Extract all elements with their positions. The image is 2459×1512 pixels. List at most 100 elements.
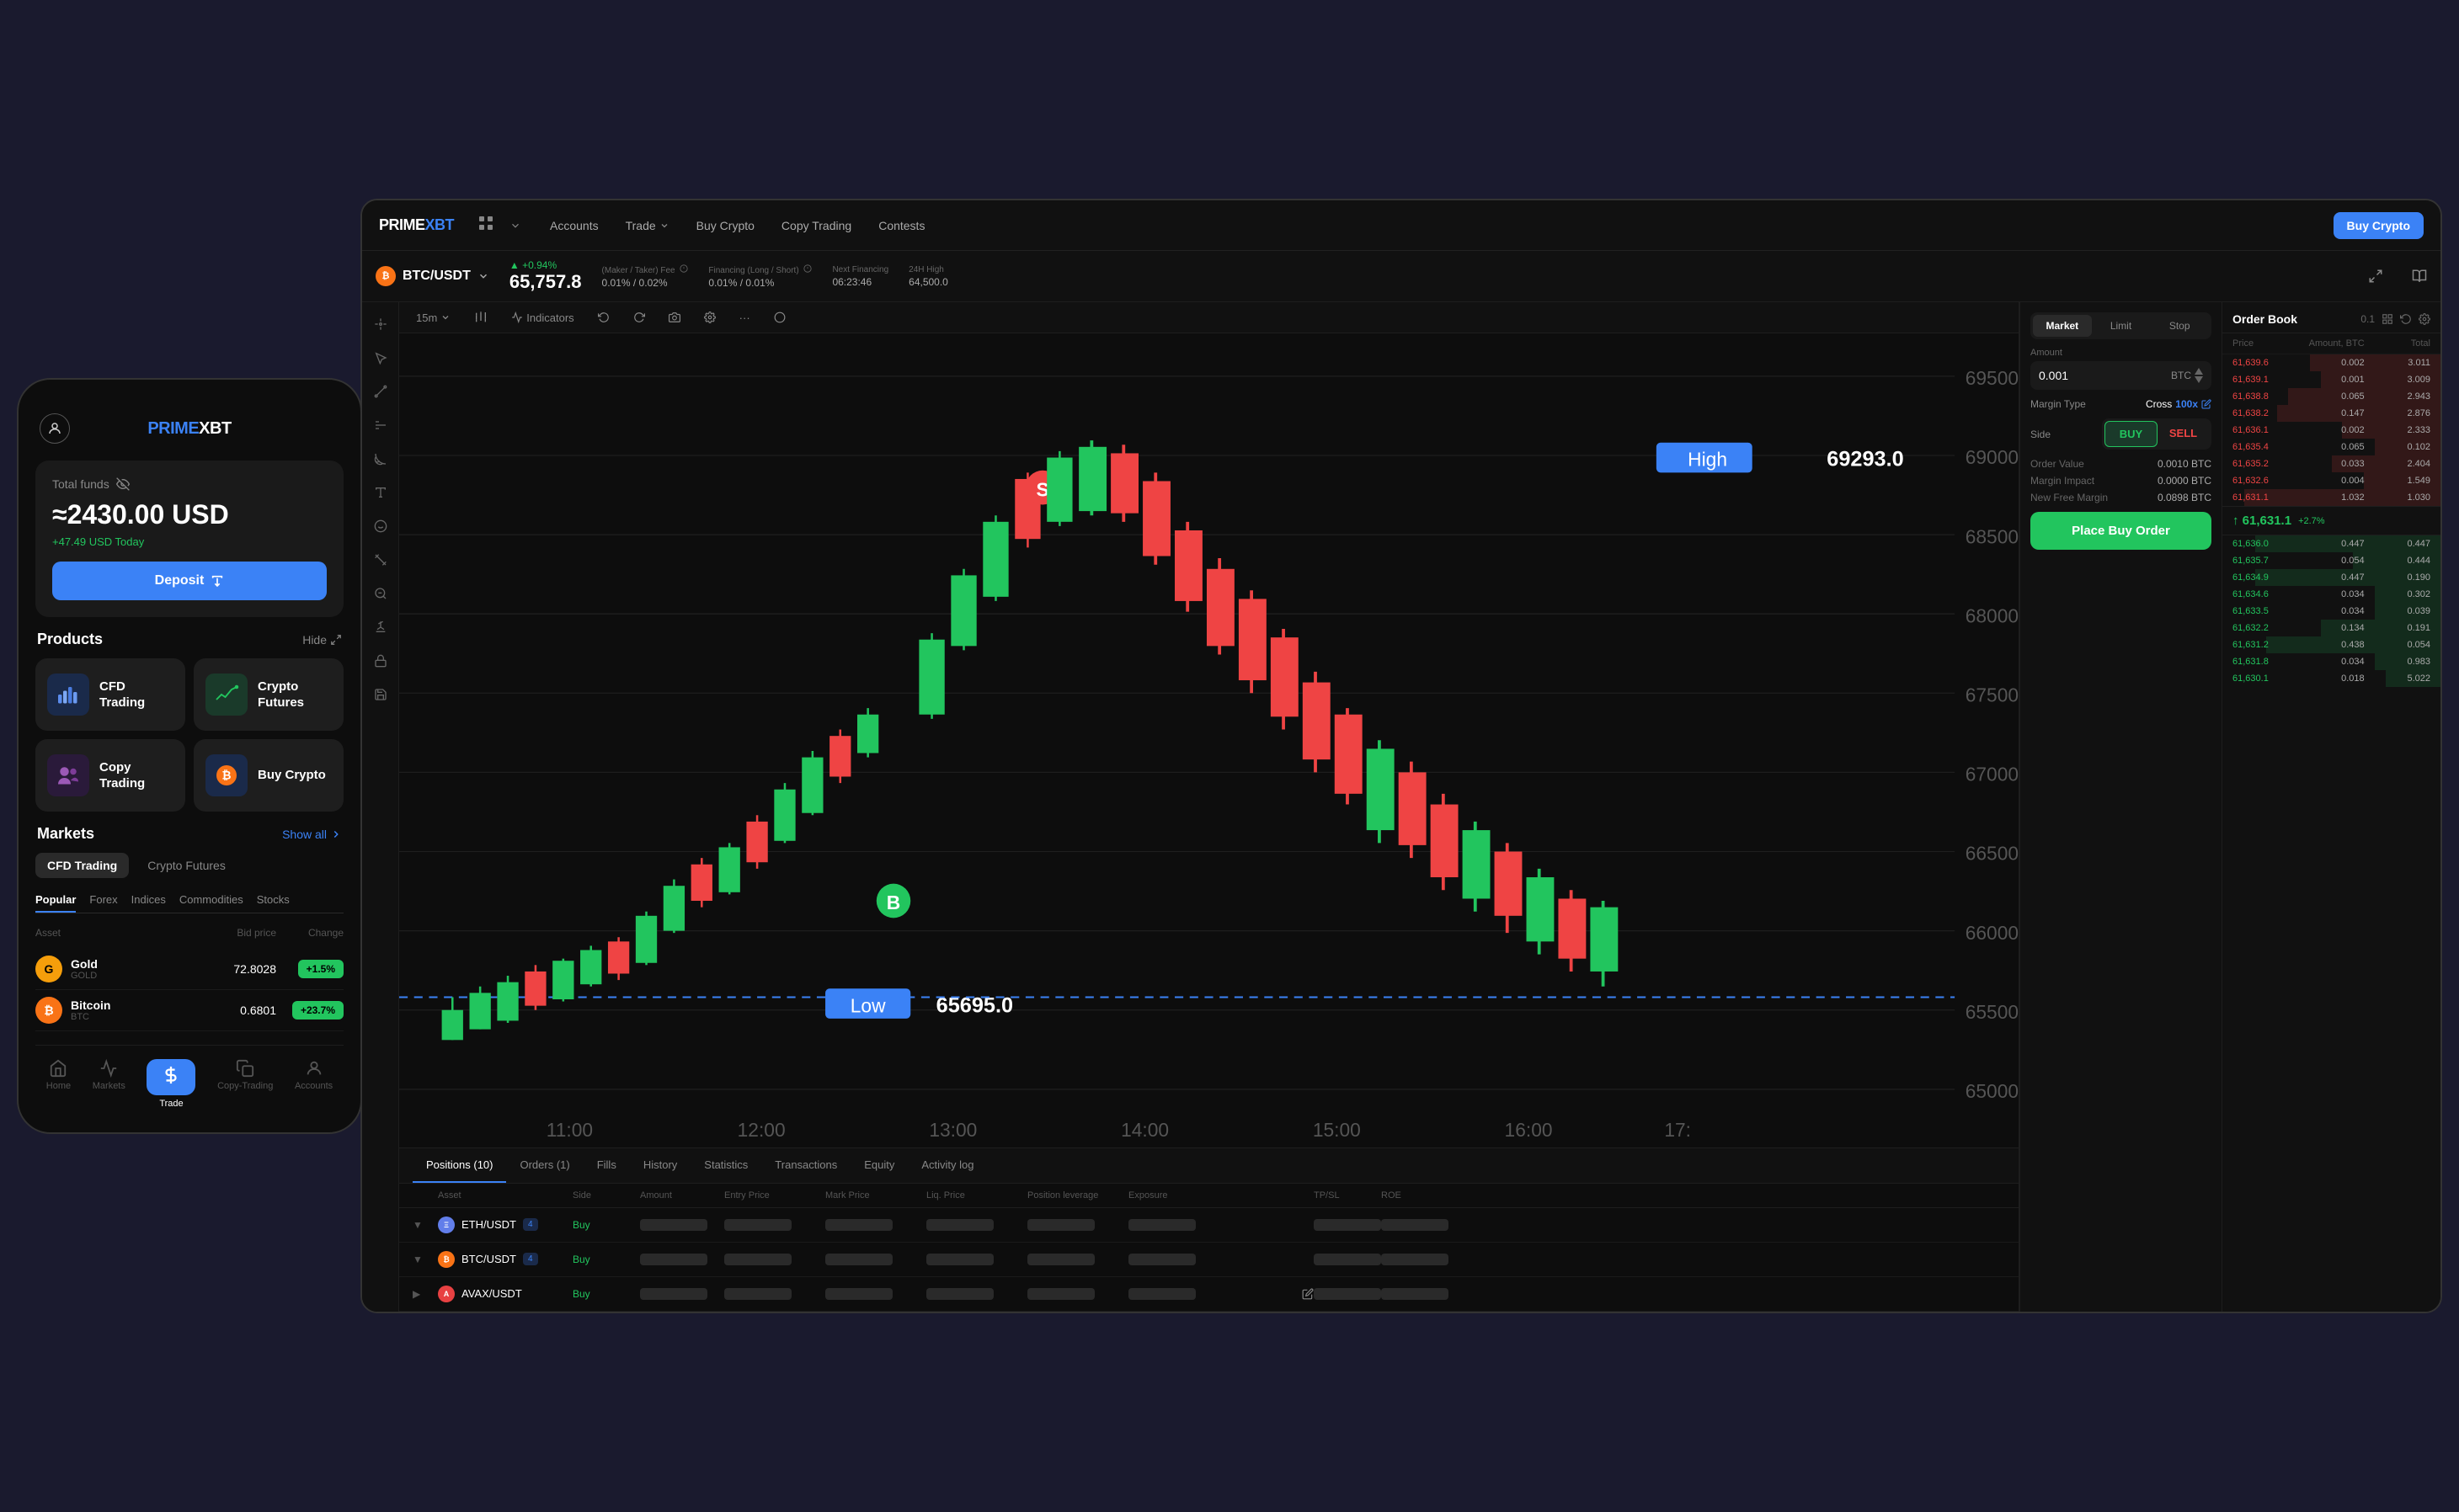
nav-copy[interactable]: Copy-Trading — [217, 1059, 273, 1109]
buy-crypto-button[interactable]: Buy Crypto — [2334, 212, 2424, 239]
sub-tabs: Popular Forex Indices Commodities Stocks — [35, 888, 344, 913]
position-row-eth[interactable]: ▼ Ξ ETH/USDT 4 Buy — [399, 1208, 2019, 1243]
position-row-avax[interactable]: ▶ A AVAX/USDT Buy — [399, 1277, 2019, 1312]
tab-transactions[interactable]: Transactions — [761, 1148, 851, 1183]
ob-ask-7: 61,635.2 0.033 2.404 — [2222, 455, 2440, 472]
ticker-symbol[interactable]: ₿ BTC/USDT — [376, 266, 489, 286]
undo-btn[interactable] — [591, 308, 616, 327]
nav-accounts[interactable]: Accounts — [538, 212, 611, 239]
save-tool[interactable] — [367, 681, 394, 708]
ob-table-header: Price Amount, BTC Total — [2222, 333, 2440, 354]
nav-trade[interactable]: Trade — [614, 212, 681, 239]
more-btn[interactable]: ··· — [733, 308, 757, 327]
indicators-btn[interactable]: Indicators — [504, 308, 580, 327]
nav-home[interactable]: Home — [46, 1059, 71, 1109]
expand-avax[interactable]: ▶ — [413, 1288, 438, 1300]
tab-market[interactable]: Market — [2033, 315, 2092, 337]
tab-limit[interactable]: Limit — [2092, 315, 2151, 337]
tab-stop[interactable]: Stop — [2150, 315, 2209, 337]
buy-label: Buy Crypto — [258, 767, 326, 784]
tab-history[interactable]: History — [630, 1148, 691, 1183]
market-item-gold[interactable]: G Gold GOLD 72.8028 +1.5% — [35, 949, 344, 990]
nav-contests[interactable]: Contests — [867, 212, 936, 239]
horizontal-line-tool[interactable] — [367, 412, 394, 439]
decrement-icon[interactable] — [2195, 376, 2203, 383]
expand-btc[interactable]: ▼ — [413, 1254, 438, 1265]
product-card-futures[interactable]: Crypto Futures — [194, 658, 344, 731]
fullscreen-btn[interactable] — [767, 308, 792, 327]
ob-settings-icon[interactable] — [2419, 313, 2430, 325]
product-card-copy[interactable]: Copy Trading — [35, 739, 185, 812]
emoji-tool[interactable] — [367, 513, 394, 540]
subtab-stocks[interactable]: Stocks — [257, 888, 290, 913]
ob-refresh-icon[interactable] — [2400, 313, 2412, 325]
product-card-cfd[interactable]: CFD Trading — [35, 658, 185, 731]
edit-icon[interactable] — [1302, 1288, 1314, 1300]
ticker-financing: Financing (Long / Short) 0.01% / 0.01% — [708, 264, 812, 289]
book-icon[interactable] — [2412, 269, 2427, 284]
amount-row: Amount BTC — [2030, 348, 2211, 390]
cursor-tool[interactable] — [367, 344, 394, 371]
line-tool[interactable] — [367, 378, 394, 405]
redo-btn[interactable] — [627, 308, 652, 327]
amount-input[interactable] — [2039, 369, 2171, 382]
text-tool[interactable] — [367, 479, 394, 506]
tab-positions[interactable]: Positions (10) — [413, 1148, 506, 1183]
subtab-commodities[interactable]: Commodities — [179, 888, 243, 913]
nav-trade[interactable]: Trade — [147, 1059, 195, 1109]
nav-accounts[interactable]: Accounts — [295, 1059, 333, 1109]
buy-side-tab[interactable]: BUY — [2104, 421, 2158, 447]
products-grid: CFD Trading Crypto Futures — [35, 658, 344, 812]
nav-markets[interactable]: Markets — [93, 1059, 125, 1109]
edit-leverage-icon[interactable] — [2201, 399, 2211, 409]
chart-type-icon[interactable] — [467, 307, 494, 327]
tab-orders[interactable]: Orders (1) — [506, 1148, 583, 1183]
tab-activity-log[interactable]: Activity log — [908, 1148, 987, 1183]
nav-buy-crypto[interactable]: Buy Crypto — [685, 212, 766, 239]
ob-precision[interactable]: 0.1 — [2360, 313, 2375, 325]
nav-actions: Buy Crypto — [2334, 212, 2424, 239]
place-order-button[interactable]: Place Buy Order — [2030, 512, 2211, 550]
btc-info: Bitcoin BTC — [71, 998, 110, 1022]
btc-leverage — [1027, 1254, 1095, 1265]
position-row-btc[interactable]: ▼ ₿ BTC/USDT 4 Buy — [399, 1243, 2019, 1277]
tab-crypto-futures[interactable]: Crypto Futures — [136, 853, 237, 878]
mobile-header: PRIMEXBT — [35, 405, 344, 461]
zoom-tool[interactable] — [367, 580, 394, 607]
subtab-popular[interactable]: Popular — [35, 888, 76, 913]
nav-copy-trading[interactable]: Copy Trading — [770, 212, 863, 239]
amount-input-wrap[interactable]: BTC — [2030, 361, 2211, 390]
tab-cfd-trading[interactable]: CFD Trading — [35, 853, 129, 878]
show-all-button[interactable]: Show all — [282, 828, 342, 841]
ruler-tool[interactable] — [367, 546, 394, 573]
apps-grid-icon[interactable] — [479, 216, 493, 234]
fib-tool[interactable] — [367, 445, 394, 472]
ob-view-icon[interactable] — [2382, 313, 2393, 325]
timeframe-selector[interactable]: 15m — [409, 308, 457, 327]
screenshot-btn[interactable] — [662, 308, 687, 327]
sell-side-tab[interactable]: SELL — [2158, 421, 2209, 447]
subtab-forex[interactable]: Forex — [89, 888, 117, 913]
deposit-button[interactable]: Deposit — [52, 562, 327, 600]
tab-equity[interactable]: Equity — [851, 1148, 908, 1183]
crosshair-tool[interactable] — [367, 311, 394, 338]
tab-fills[interactable]: Fills — [584, 1148, 630, 1183]
subtab-indices[interactable]: Indices — [131, 888, 166, 913]
user-icon[interactable] — [40, 413, 70, 444]
hide-button[interactable]: Hide — [302, 633, 342, 647]
candlestick-chart[interactable]: 69500.0 69000.0 68500.0 68000.0 67500.0 … — [399, 333, 2019, 1147]
tab-statistics[interactable]: Statistics — [691, 1148, 761, 1183]
expand-icon[interactable] — [2368, 269, 2383, 284]
avax-mark-price — [825, 1288, 893, 1300]
expand-eth[interactable]: ▼ — [413, 1219, 438, 1231]
products-header: Products Hide — [35, 631, 344, 648]
lock-tool[interactable] — [367, 647, 394, 674]
chevron-down-icon — [509, 220, 521, 232]
market-item-btc[interactable]: ₿ Bitcoin BTC 0.6801 +23.7% — [35, 990, 344, 1031]
btc-icon: ₿ — [35, 997, 62, 1024]
settings-btn[interactable] — [697, 308, 723, 327]
product-card-buy[interactable]: ₿ Buy Crypto — [194, 739, 344, 812]
gold-price: 72.8028 — [156, 962, 276, 976]
pin-tool[interactable] — [367, 614, 394, 641]
increment-icon[interactable] — [2195, 368, 2203, 375]
